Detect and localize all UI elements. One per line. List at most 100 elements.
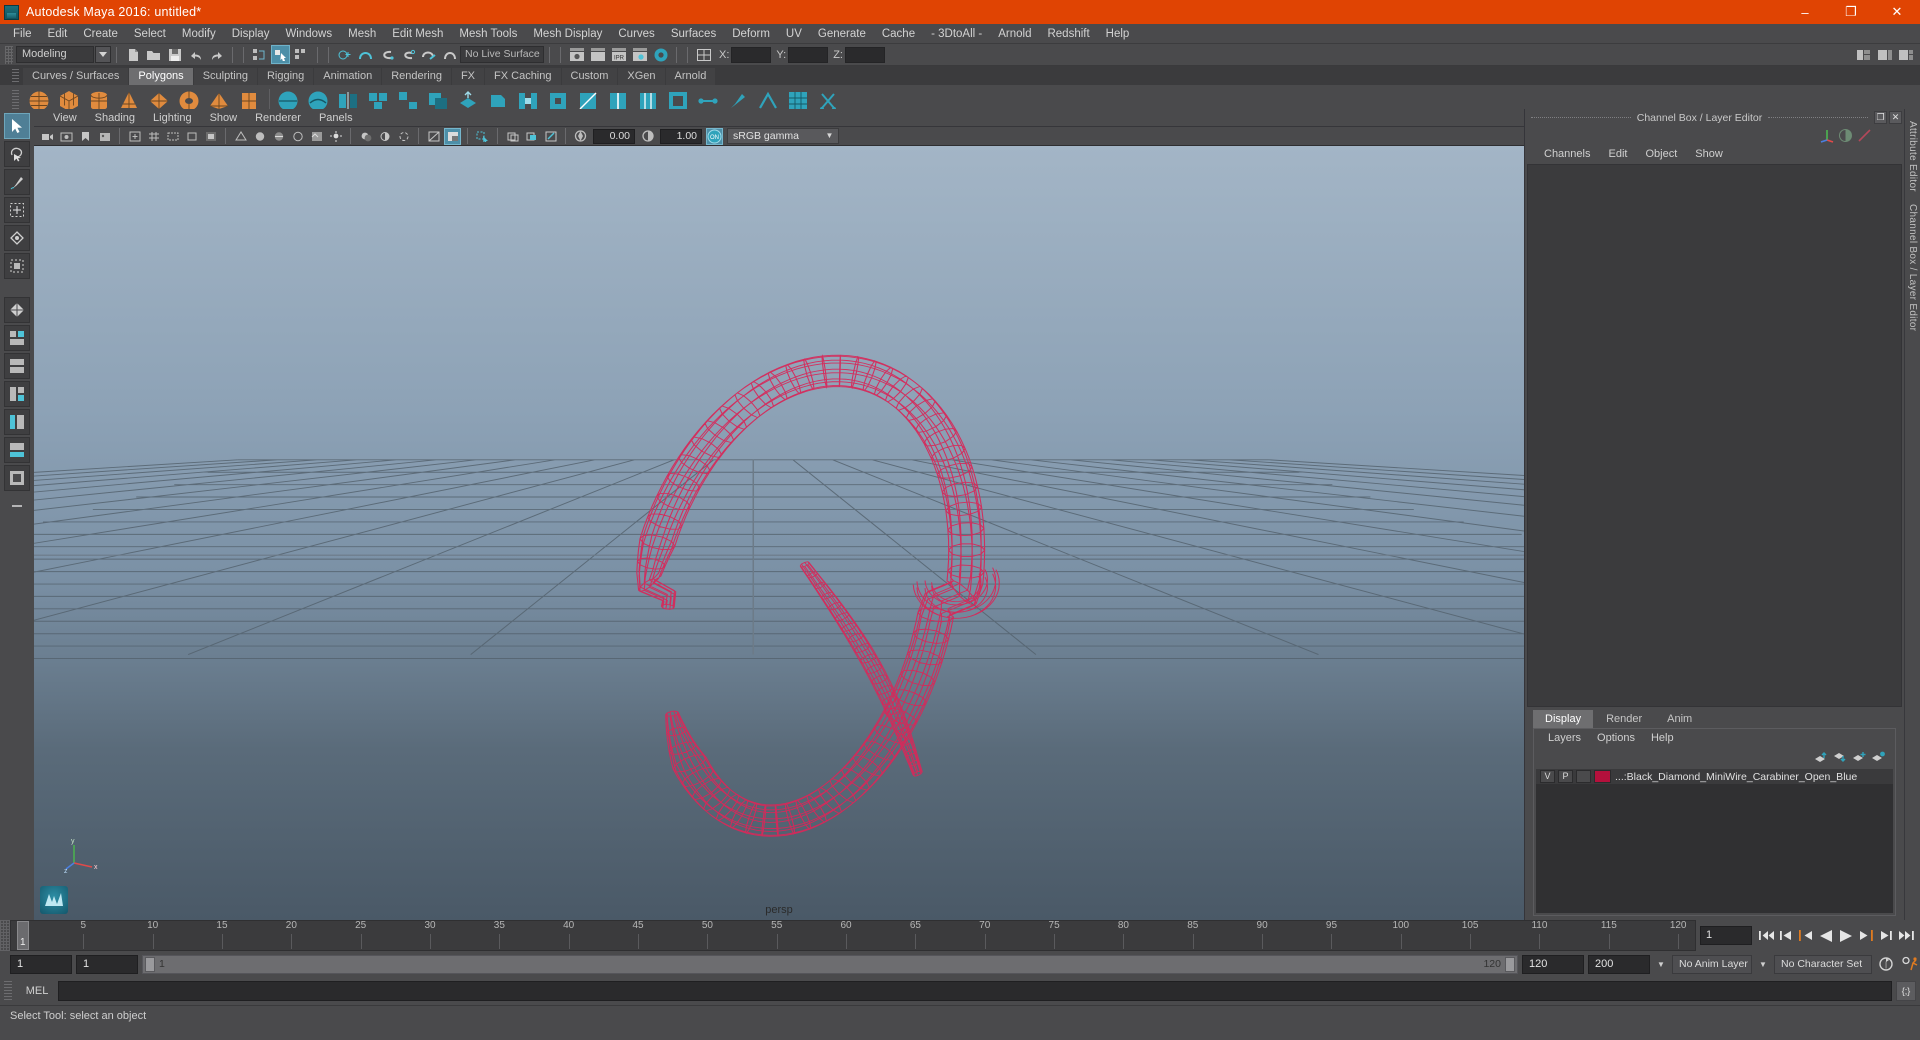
render-settings-icon[interactable] <box>630 45 649 64</box>
move-layer-down-icon[interactable] <box>1831 749 1848 766</box>
menu-item-mesh-tools[interactable]: Mesh Tools <box>451 24 525 44</box>
shelf-tab-rigging[interactable]: Rigging <box>257 68 314 85</box>
exposure-field[interactable]: 0.00 <box>593 128 635 144</box>
close-button[interactable]: ✕ <box>1874 0 1920 24</box>
wireframe-icon[interactable] <box>232 128 249 145</box>
command-line-grip[interactable] <box>4 981 12 1001</box>
lasso-tool-icon[interactable] <box>4 141 30 167</box>
shade-wireframe-icon[interactable] <box>270 128 287 145</box>
grid-toggle-icon[interactable] <box>145 128 162 145</box>
menu-item-help[interactable]: Help <box>1098 24 1138 44</box>
anim-start-field[interactable]: 1 <box>10 954 72 974</box>
depth-of-field-icon[interactable] <box>444 127 461 145</box>
script-editor-button[interactable]: {;} <box>1896 981 1916 1001</box>
layer-tab-render[interactable]: Render <box>1594 710 1655 728</box>
scale-tool-icon[interactable] <box>4 253 30 279</box>
menu-set-dropdown-arrow[interactable] <box>95 46 111 63</box>
command-language-label[interactable]: MEL <box>16 985 58 997</box>
range-end-field[interactable]: 120 <box>1522 954 1584 974</box>
shelf-tab-custom[interactable]: Custom <box>561 68 618 85</box>
viewport-menu-panels[interactable]: Panels <box>310 112 362 124</box>
use-default-material-icon[interactable] <box>289 128 306 145</box>
menu-item-surfaces[interactable]: Surfaces <box>663 24 724 44</box>
vertical-tab-channel-box[interactable]: Channel Box / Layer Editor <box>1907 198 1918 337</box>
layer-tab-anim[interactable]: Anim <box>1655 710 1705 728</box>
command-input[interactable] <box>58 981 1892 1001</box>
select-by-object-type-icon[interactable] <box>271 45 290 64</box>
more-layouts-icon[interactable] <box>4 493 30 519</box>
xray-icon[interactable] <box>504 128 521 145</box>
x-coord-field[interactable] <box>731 46 772 63</box>
move-layer-up-icon[interactable] <box>1812 749 1829 766</box>
menu-item-deform[interactable]: Deform <box>724 24 778 44</box>
toggle-editors-icon[interactable] <box>694 45 713 64</box>
smooth-shade-all-icon[interactable] <box>251 128 268 145</box>
shelf-tab-fx[interactable]: FX <box>451 68 485 85</box>
motion-blur-icon[interactable] <box>395 128 412 145</box>
screen-space-ao-icon[interactable] <box>376 128 393 145</box>
shelf-tabs-grip[interactable] <box>12 69 19 84</box>
step-forward-frame-icon[interactable] <box>1856 925 1876 947</box>
menu-item-windows[interactable]: Windows <box>277 24 340 44</box>
layer-menu-options[interactable]: Options <box>1589 732 1643 744</box>
rotate-tool-icon[interactable] <box>4 225 30 251</box>
exposure-icon[interactable] <box>572 128 589 145</box>
shelf-tab-sculpting[interactable]: Sculpting <box>193 68 257 85</box>
shelf-tab-fx-caching[interactable]: FX Caching <box>485 68 561 85</box>
y-coord-field[interactable] <box>788 46 829 63</box>
xray-active-components-icon[interactable] <box>542 128 559 145</box>
menu-set-selector[interactable]: Modeling <box>16 46 94 63</box>
new-layer-from-selected-icon[interactable] <box>1869 749 1886 766</box>
menu-item-3dtoall[interactable]: - 3DtoAll - <box>923 24 990 44</box>
play-forwards-icon[interactable] <box>1836 925 1856 947</box>
open-scene-icon[interactable] <box>144 45 163 64</box>
toggle-layer-visibility-icon[interactable] <box>1837 127 1854 144</box>
save-scene-icon[interactable] <box>165 45 184 64</box>
outliner-persp-layout-icon[interactable] <box>4 409 30 435</box>
lighting-icon[interactable] <box>327 128 344 145</box>
perspective-viewport[interactable]: y x z persp <box>34 146 1524 920</box>
channelbox-menu-channels[interactable]: Channels <box>1535 148 1599 160</box>
image-plane-icon[interactable] <box>96 128 113 145</box>
single-perspective-layout-icon[interactable] <box>4 325 30 351</box>
step-back-frame-icon[interactable] <box>1796 925 1816 947</box>
manipulator-axis-icon[interactable] <box>1818 127 1835 144</box>
make-live-icon[interactable] <box>440 45 459 64</box>
ipr-render-icon[interactable]: IPR <box>609 45 628 64</box>
menu-item-uv[interactable]: UV <box>778 24 810 44</box>
auto-keyframe-icon[interactable]: | <box>1876 953 1896 975</box>
time-cursor[interactable]: 1 <box>17 921 29 950</box>
layer-name[interactable]: ...:Black_Diamond_MiniWire_Carabiner_Ope… <box>1615 771 1857 783</box>
isolate-select-icon[interactable] <box>474 128 491 145</box>
snap-to-curve-icon[interactable] <box>356 45 375 64</box>
select-by-component-type-icon[interactable] <box>292 45 311 64</box>
channelbox-menu-show[interactable]: Show <box>1686 148 1732 160</box>
go-to-end-icon[interactable] <box>1896 925 1916 947</box>
step-forward-keyframe-icon[interactable] <box>1876 925 1896 947</box>
minimize-button[interactable]: – <box>1782 0 1828 24</box>
two-d-pan-zoom-icon[interactable] <box>126 128 143 145</box>
bookmark-icon[interactable] <box>77 128 94 145</box>
shelf-tab-arnold[interactable]: Arnold <box>665 68 716 85</box>
table-row[interactable]: V P ...:Black_Diamond_MiniWire_Carabiner_O… <box>1536 769 1893 785</box>
shelf-tab-curves-surfaces[interactable]: Curves / Surfaces <box>23 68 129 85</box>
range-bar[interactable]: 1 120 <box>142 954 1518 974</box>
range-right-handle[interactable] <box>1505 956 1515 972</box>
gate-mask-icon[interactable] <box>202 128 219 145</box>
multisample-aa-icon[interactable] <box>425 128 442 145</box>
persp-graph-layout-icon[interactable] <box>4 437 30 463</box>
viewport-menu-show[interactable]: Show <box>201 112 247 124</box>
viewport-menu-renderer[interactable]: Renderer <box>246 112 310 124</box>
snap-to-point-icon[interactable] <box>377 45 396 64</box>
channelbox-menu-object[interactable]: Object <box>1636 148 1686 160</box>
character-set-selector[interactable]: No Character Set <box>1774 954 1872 974</box>
menu-item-mesh[interactable]: Mesh <box>340 24 384 44</box>
menu-item-create[interactable]: Create <box>75 24 126 44</box>
shadows-icon[interactable] <box>357 128 374 145</box>
select-tool-icon[interactable] <box>4 113 30 139</box>
xray-joints-icon[interactable] <box>523 128 540 145</box>
layer-shading-toggle[interactable] <box>1576 770 1591 783</box>
character-set-chevron-icon[interactable]: ▼ <box>1756 960 1770 969</box>
viewport-menu-shading[interactable]: Shading <box>86 112 144 124</box>
channel-box-content[interactable] <box>1527 164 1902 707</box>
